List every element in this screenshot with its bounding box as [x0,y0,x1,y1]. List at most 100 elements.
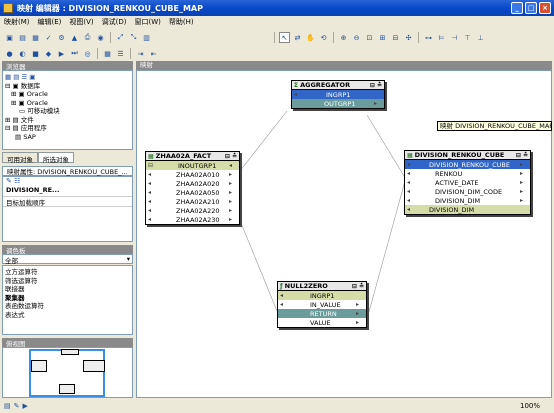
debug-next-icon[interactable]: ⏭ [69,48,80,59]
window-title-bar: 映射 编辑器 : DIVISION_RENKOU_CUBE_MAP _ □ × [0,0,554,16]
palette-item[interactable]: 表达式 [5,311,130,320]
collapse-icon[interactable]: ⤡ [128,32,139,43]
layout-tree-icon[interactable]: ⊶ [423,32,434,43]
attribute-row[interactable]: ◂ ZHAA02A230 ▸ [146,215,239,224]
properties-row[interactable]: DIVISION_RE... [3,186,132,197]
zoom-100-icon[interactable]: ⊟ [390,32,401,43]
connect-tool-icon[interactable]: ⇄ [292,32,303,43]
tree-item-application[interactable]: ⊟ ▤ 应用程序 [5,124,130,133]
grid-icon[interactable]: ▥ [141,32,152,43]
open-icon[interactable]: ▤ [17,32,28,43]
tree-item-oracle-1[interactable]: ⊞ ▣ Oracle [5,90,130,99]
auto-layout-icon[interactable]: ✣ [403,32,414,43]
map-output-icon[interactable]: ⇤ [148,48,159,59]
debug-stop-icon[interactable]: ■ [30,48,41,59]
zoom-in-icon[interactable]: ⊕ [338,32,349,43]
new-icon[interactable]: ▣ [4,32,15,43]
properties-icon[interactable]: ◉ [95,32,106,43]
expand-icon[interactable]: ⤢ [115,32,126,43]
group-row[interactable]: ⊟ INOUTGRP1 ◂ [146,161,239,170]
view-table-icon[interactable]: ▦ [102,48,113,59]
division-renkou-cube-node[interactable]: ▦ DIVISION_RENKOU_CUBE ⊟ ≛ ◂ DIVISION_RENKO… [404,150,531,215]
birdseye-view[interactable] [2,347,133,398]
zoom-out-icon[interactable]: ⊖ [351,32,362,43]
tree-item-removable[interactable]: ▭ 可移动模块 [5,107,130,116]
align-top-icon[interactable]: ⊤ [462,32,473,43]
properties-header: 映射属性: DIVISION_RENKOU_CUBE_... [2,166,133,176]
palette-item[interactable]: 筛选运算符 [5,277,130,286]
align-left-icon[interactable]: ⊨ [436,32,447,43]
attribute-row[interactable]: ◂ ZHAA02A050 ▸ [146,188,239,197]
tree-item-oracle-2[interactable]: ⊞ ▣ Oracle [5,99,130,108]
palette-item[interactable]: 表函数运算符 [5,302,130,311]
attribute-row[interactable]: ◂ ZHAA02A210 ▸ [146,197,239,206]
properties-toolbar: ✎ ☷ [6,177,21,185]
menu-window[interactable]: 窗口(W) [135,17,161,27]
tree-item-database[interactable]: ⊟ ▣ 数据库 [5,82,130,91]
object-tabs: 可用对象 所选对象 [2,152,74,164]
debug-breakpoint-icon[interactable]: ◆ [43,48,54,59]
maximize-button[interactable]: □ [525,2,537,14]
tree-item-sap[interactable]: ▤ SAP [5,133,130,142]
close-button[interactable]: × [539,2,551,14]
attribute-row[interactable]: ◂ ZHAA02A020 ▸ [146,179,239,188]
palette-filter-select[interactable]: 全部 ▾ [2,254,133,265]
menu-debug[interactable]: 调试(D) [102,17,127,27]
lasso-icon[interactable]: ⟲ [318,32,329,43]
attribute-row[interactable]: ◂ DIVISION_DIM ▸ [405,196,530,205]
menu-help[interactable]: 帮助(H) [169,17,194,27]
menu-bar: 映射(M) 编辑(E) 视图(V) 调试(D) 窗口(W) 帮助(H) [0,16,554,28]
debug-watch-icon[interactable]: ◎ [82,48,93,59]
attribute-row[interactable]: ◂ RENKOU ▸ [405,169,530,178]
aggregator-node[interactable]: Σ AGGREGATOR ⊟ ≛ ◂ INGRP1 OUTGRP1 ▸ [291,80,385,109]
view-list-icon[interactable]: ☰ [115,48,126,59]
align-right-icon[interactable]: ⊣ [449,32,460,43]
minimize-button[interactable]: _ [511,2,523,14]
palette-item[interactable]: 聚集器 [5,294,130,303]
generate-icon[interactable]: ⚙ [56,32,67,43]
menu-mapping[interactable]: 映射(M) [4,17,30,27]
save-icon[interactable]: ▦ [30,32,41,43]
tab-selected-objects[interactable]: 所选对象 [38,152,74,164]
properties-row[interactable]: 目标加载顺序 [3,197,132,207]
attribute-row[interactable]: VALUE ▸ [278,318,366,327]
debug-run-icon[interactable]: ▶ [56,48,67,59]
group-row[interactable]: ◂ INGRP1 [278,291,366,300]
zoom-fit-icon[interactable]: ⊡ [364,32,375,43]
align-bottom-icon[interactable]: ⊥ [475,32,486,43]
attribute-row[interactable]: ◂ IN_VALUE ▸ [278,300,366,309]
tab-available-objects[interactable]: 可用对象 [2,152,38,164]
birdseye-header: 俯视图 [2,338,133,348]
group-row[interactable]: RETURN ▸ [278,309,366,318]
zoom-area-icon[interactable]: ⊞ [377,32,388,43]
attribute-row[interactable]: ◂ ZHAA02A220 ▸ [146,206,239,215]
group-row[interactable]: ◂ DIVISION_DIM [405,205,530,214]
deploy-icon[interactable]: ▲ [69,32,80,43]
print-icon[interactable]: ⎙ [82,32,93,43]
attribute-row[interactable]: ◂ ACTIVE_DATE ▸ [405,178,530,187]
cube-title: DIVISION_RENKOU_CUBE [414,151,505,159]
group-row[interactable]: ◂ INGRP1 [292,90,384,99]
validate-icon[interactable]: ✓ [43,32,54,43]
mapping-canvas[interactable] [136,70,552,398]
palette-item[interactable]: 联接器 [5,285,130,294]
menu-edit[interactable]: 编辑(E) [38,17,62,27]
group-row[interactable]: OUTGRP1 ▸ [292,99,384,108]
debug-start-icon[interactable]: ● [4,48,15,59]
attribute-row[interactable]: ◂ ZHAA02A010 ▸ [146,170,239,179]
group-row[interactable]: ◂ DIVISION_RENKOU_CUBE ▸ [405,160,530,169]
secondary-toolbar: ● ◐ ■ ◆ ▶ ⏭ ◎ ▦ ☰ ⇥ ⇤ [0,46,554,61]
select-tool-icon[interactable]: ↖ [279,32,290,43]
pan-tool-icon[interactable]: ✋ [305,32,316,43]
debug-step-icon[interactable]: ◐ [17,48,28,59]
zoom-level: 100% [519,401,540,410]
palette-item[interactable]: 立方运算符 [5,268,130,277]
menu-view[interactable]: 视图(V) [69,17,93,27]
map-input-icon[interactable]: ⇥ [135,48,146,59]
tree-item-file[interactable]: ⊞ ▤ 文件 [5,116,130,125]
attribute-row[interactable]: ◂ DIVISION_DIM_CODE ▸ [405,187,530,196]
null2zero-node[interactable]: ƒ NULL2ZERO ⊟ ≛ ◂ INGRP1 ◂ IN_VALUE ▸ RETURN ▸… [277,281,367,328]
properties-panel: ✎ ☷ DIVISION_RE... 目标加载顺序 [2,176,133,242]
main-toolbar: ▣ ▤ ▦ ✓ ⚙ ▲ ⎙ ◉ ⤢ ⤡ ▥ ↖ ⇄ ✋ ⟲ ⊕ ⊖ ⊡ ⊞ ⊟ … [0,30,554,45]
zhaa02a-fact-node[interactable]: ▦ ZHAA02A_FACT ⊟ ≛ ⊟ INOUTGRP1 ◂ ◂ ZHAA02A010… [145,151,240,225]
